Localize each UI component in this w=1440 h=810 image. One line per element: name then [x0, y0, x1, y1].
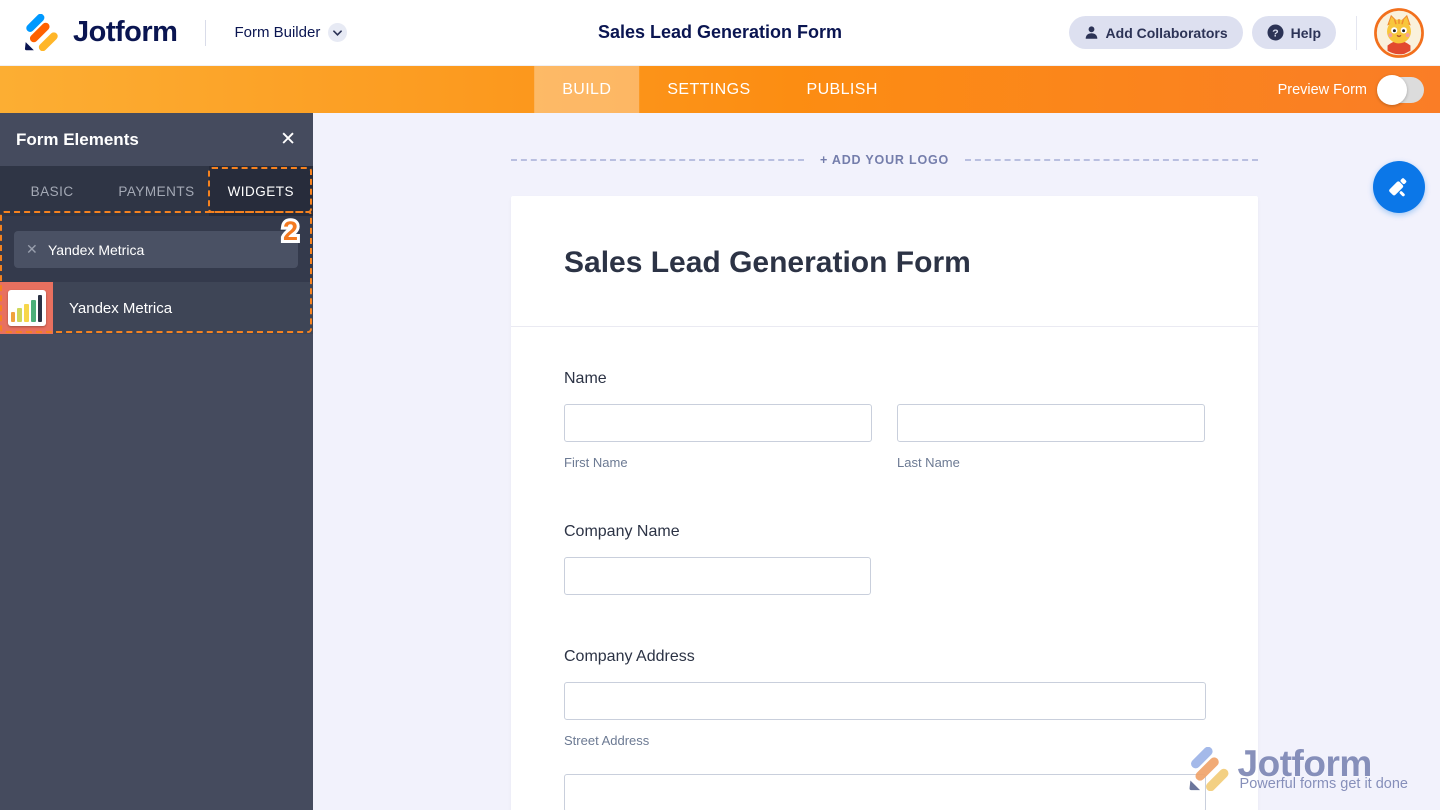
- street-address-line2-input[interactable]: [564, 774, 1206, 810]
- street-address-input[interactable]: [564, 682, 1206, 720]
- widget-result-yandex-metrica[interactable]: Yandex Metrica: [0, 282, 313, 334]
- field-company-name[interactable]: Company Name: [564, 523, 1206, 595]
- first-name-sublabel: First Name: [564, 455, 628, 470]
- field-name[interactable]: Name First Name Last Name: [564, 370, 1206, 470]
- tab-publish[interactable]: PUBLISH: [779, 66, 906, 113]
- tab-build[interactable]: BUILD: [534, 66, 640, 113]
- form-header-block[interactable]: Sales Lead Generation Form: [511, 196, 1258, 327]
- jotform-logo-icon[interactable]: [22, 14, 59, 51]
- last-name-sublabel: Last Name: [897, 455, 960, 470]
- header-divider: [1356, 15, 1357, 50]
- form-canvas: + ADD YOUR LOGO Sales Lead Generation Fo…: [313, 113, 1440, 810]
- help-button[interactable]: ? Help: [1251, 16, 1336, 49]
- watermark-wordmark: Jotform: [1237, 742, 1373, 784]
- preview-form-toggle[interactable]: [1377, 74, 1424, 105]
- widget-search-input[interactable]: [14, 231, 298, 268]
- page-title: Sales Lead Generation Form: [597, 22, 843, 42]
- paint-roller-icon: [1386, 174, 1412, 200]
- user-avatar[interactable]: [1374, 7, 1424, 58]
- sidebar-tab-basic[interactable]: BASIC: [0, 166, 104, 216]
- widget-result-label: Yandex Metrica: [69, 299, 173, 317]
- chevron-down-icon[interactable]: [328, 23, 348, 42]
- add-logo-area[interactable]: + ADD YOUR LOGO: [511, 153, 1258, 167]
- tab-settings[interactable]: SETTINGS: [639, 66, 778, 113]
- header-divider: [205, 19, 207, 46]
- add-collaborators-button[interactable]: Add Collaborators: [1068, 16, 1243, 49]
- form-elements-panel: Form Elements ✕ BASIC PAYMENTS WIDGETS ✕…: [0, 113, 313, 810]
- form-builder-menu[interactable]: Form Builder: [234, 23, 348, 42]
- toggle-knob: [1377, 74, 1407, 105]
- question-mark-icon: ?: [1267, 24, 1284, 41]
- panel-title: Form Elements: [16, 129, 139, 149]
- brand-wordmark[interactable]: Jotform: [73, 16, 178, 49]
- field-company-address[interactable]: Company Address Street Address: [564, 648, 1206, 810]
- build-navbar: BUILD SETTINGS PUBLISH Preview Form: [0, 66, 1440, 113]
- street-address-sublabel: Street Address: [564, 733, 650, 748]
- app-header: Jotform Form Builder Sales Lead Generati…: [0, 0, 1440, 66]
- bar-chart-widget-icon: [0, 282, 53, 334]
- company-name-input[interactable]: [564, 557, 871, 595]
- last-name-input[interactable]: [897, 404, 1205, 442]
- form-title: Sales Lead Generation Form: [564, 246, 971, 279]
- watermark-tagline: Powerful forms get it done: [1239, 776, 1408, 792]
- sidebar-tab-widgets[interactable]: WIDGETS: [208, 166, 313, 216]
- clear-x-icon[interactable]: ✕: [26, 241, 38, 258]
- form-preview-card: Sales Lead Generation Form Name First Na…: [511, 196, 1258, 810]
- close-icon[interactable]: ✕: [280, 130, 296, 149]
- svg-text:?: ?: [1272, 27, 1278, 39]
- first-name-input[interactable]: [564, 404, 872, 442]
- preview-form-label: Preview Form: [1277, 81, 1367, 98]
- sidebar-tab-payments[interactable]: PAYMENTS: [104, 166, 208, 216]
- form-designer-button[interactable]: [1373, 161, 1425, 213]
- add-logo-label: + ADD YOUR LOGO: [819, 153, 950, 167]
- nav-tabs: BUILD SETTINGS PUBLISH: [534, 66, 906, 113]
- person-icon: [1084, 25, 1099, 40]
